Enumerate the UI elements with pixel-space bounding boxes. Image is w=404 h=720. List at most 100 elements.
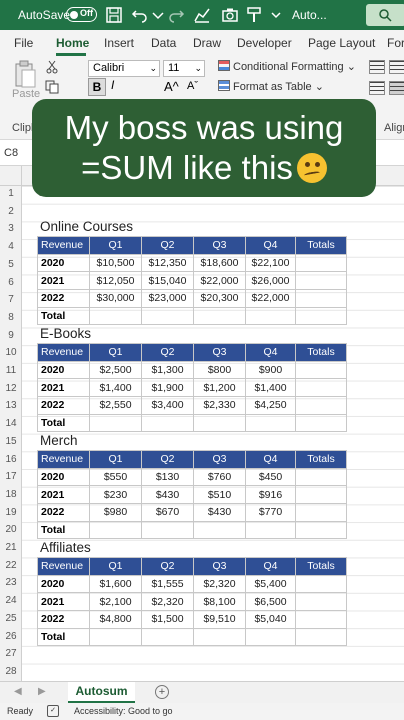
value-cell[interactable]: $4,800 xyxy=(89,610,142,629)
value-cell[interactable]: $800 xyxy=(193,360,246,380)
row-number[interactable]: 21 xyxy=(0,542,22,553)
paste-icon[interactable] xyxy=(13,60,37,90)
row-label-cell[interactable]: Total xyxy=(37,627,90,647)
column-header[interactable]: Q4 xyxy=(245,557,296,576)
value-cell[interactable]: $760 xyxy=(193,467,246,487)
autosave-toggle[interactable]: Off xyxy=(66,7,97,22)
row-label-cell[interactable]: 2021 xyxy=(37,378,90,398)
column-header[interactable]: Q1 xyxy=(89,236,142,255)
tab-page-layout[interactable]: Page Layout xyxy=(308,36,375,50)
conditional-formatting-button[interactable]: Conditional Formatting ⌄ xyxy=(218,60,356,73)
align-top-icon[interactable] xyxy=(369,81,385,95)
row-number[interactable]: 6 xyxy=(0,277,22,288)
column-header[interactable]: Totals xyxy=(295,236,347,255)
font-name-select[interactable]: Calibri ⌄ xyxy=(88,60,160,77)
column-header[interactable]: Q3 xyxy=(193,236,246,255)
value-cell[interactable]: $22,000 xyxy=(245,289,296,308)
row-number[interactable]: 15 xyxy=(0,436,22,447)
row-number[interactable]: 3 xyxy=(0,223,22,234)
value-cell[interactable] xyxy=(193,627,246,647)
accessibility-status[interactable]: Accessibility: Good to go xyxy=(74,706,173,716)
row-label-cell[interactable]: 2022 xyxy=(37,610,90,629)
column-header[interactable]: Q2 xyxy=(141,236,194,255)
column-header[interactable]: Q4 xyxy=(245,236,296,255)
value-cell[interactable]: $1,300 xyxy=(141,360,194,380)
row-number[interactable]: 17 xyxy=(0,471,22,482)
value-cell[interactable] xyxy=(295,271,347,291)
value-cell[interactable] xyxy=(245,520,296,540)
chart-icon[interactable] xyxy=(192,5,212,25)
value-cell[interactable]: $430 xyxy=(141,485,194,505)
value-cell[interactable]: $916 xyxy=(245,485,296,505)
row-number[interactable]: 5 xyxy=(0,259,22,270)
row-label-cell[interactable]: Total xyxy=(37,413,90,433)
accessibility-icon[interactable]: ✓ xyxy=(47,705,59,717)
row-label-cell[interactable]: Total xyxy=(37,520,90,540)
row-number[interactable]: 12 xyxy=(0,383,22,394)
value-cell[interactable]: $20,300 xyxy=(193,289,246,308)
value-cell[interactable]: $130 xyxy=(141,467,194,487)
value-cell[interactable] xyxy=(295,610,347,629)
row-label-cell[interactable]: 2020 xyxy=(37,574,90,594)
row-number[interactable]: 20 xyxy=(0,524,22,535)
align-left-icon[interactable] xyxy=(369,60,385,74)
value-cell[interactable] xyxy=(295,253,347,273)
value-cell[interactable] xyxy=(245,627,296,647)
row-number[interactable]: 16 xyxy=(0,454,22,465)
increase-font-size-button[interactable]: A^ xyxy=(164,79,179,94)
tab-insert[interactable]: Insert xyxy=(104,36,134,50)
column-header[interactable]: Q2 xyxy=(141,450,194,469)
font-size-select[interactable]: 11 ⌄ xyxy=(163,60,205,77)
column-header[interactable]: Q1 xyxy=(89,343,142,362)
row-number[interactable]: 1 xyxy=(0,188,22,199)
row-label-cell[interactable]: Total xyxy=(37,306,90,326)
row-number[interactable]: 27 xyxy=(0,648,22,659)
value-cell[interactable]: $980 xyxy=(89,503,142,522)
value-cell[interactable]: $26,000 xyxy=(245,271,296,291)
row-label-cell[interactable]: 2021 xyxy=(37,485,90,505)
value-cell[interactable]: $12,350 xyxy=(141,253,194,273)
value-cell[interactable]: $1,400 xyxy=(245,378,296,398)
value-cell[interactable]: $1,600 xyxy=(89,574,142,594)
value-cell[interactable] xyxy=(193,520,246,540)
column-header[interactable]: Q2 xyxy=(141,343,194,362)
row-number[interactable]: 25 xyxy=(0,613,22,624)
next-sheet-icon[interactable]: ▶ xyxy=(38,686,46,697)
value-cell[interactable] xyxy=(295,520,347,540)
value-cell[interactable]: $5,400 xyxy=(245,574,296,594)
value-cell[interactable] xyxy=(141,627,194,647)
row-number[interactable]: 9 xyxy=(0,330,22,341)
decrease-font-size-button[interactable]: Aˇ xyxy=(187,80,198,92)
value-cell[interactable]: $22,000 xyxy=(193,271,246,291)
column-header[interactable]: Revenue xyxy=(37,343,90,362)
value-cell[interactable]: $2,500 xyxy=(89,360,142,380)
row-label-cell[interactable]: 2022 xyxy=(37,289,90,308)
row-label-cell[interactable]: 2022 xyxy=(37,396,90,415)
value-cell[interactable]: $2,550 xyxy=(89,396,142,415)
value-cell[interactable] xyxy=(193,306,246,326)
column-header[interactable]: Q1 xyxy=(89,557,142,576)
row-number[interactable]: 14 xyxy=(0,418,22,429)
column-header[interactable]: Revenue xyxy=(37,557,90,576)
customize-toolbar-icon[interactable] xyxy=(266,5,286,25)
value-cell[interactable]: $22,100 xyxy=(245,253,296,273)
tab-formulas[interactable]: For xyxy=(387,36,404,50)
value-cell[interactable]: $230 xyxy=(89,485,142,505)
value-cell[interactable]: $2,330 xyxy=(193,396,246,415)
tab-draw[interactable]: Draw xyxy=(193,36,221,50)
value-cell[interactable] xyxy=(89,520,142,540)
value-cell[interactable] xyxy=(295,574,347,594)
row-number[interactable]: 19 xyxy=(0,507,22,518)
bold-button[interactable]: B xyxy=(88,78,106,96)
row-label-cell[interactable]: 2021 xyxy=(37,592,90,612)
select-all-corner[interactable] xyxy=(0,166,22,186)
value-cell[interactable] xyxy=(295,467,347,487)
value-cell[interactable]: $4,250 xyxy=(245,396,296,415)
value-cell[interactable] xyxy=(295,378,347,398)
save-icon[interactable] xyxy=(104,5,124,25)
tab-data[interactable]: Data xyxy=(151,36,176,50)
row-number[interactable]: 13 xyxy=(0,400,22,411)
add-sheet-button[interactable]: + xyxy=(155,685,169,699)
tab-home[interactable]: Home xyxy=(56,36,89,50)
name-box[interactable]: C8 xyxy=(4,144,30,162)
